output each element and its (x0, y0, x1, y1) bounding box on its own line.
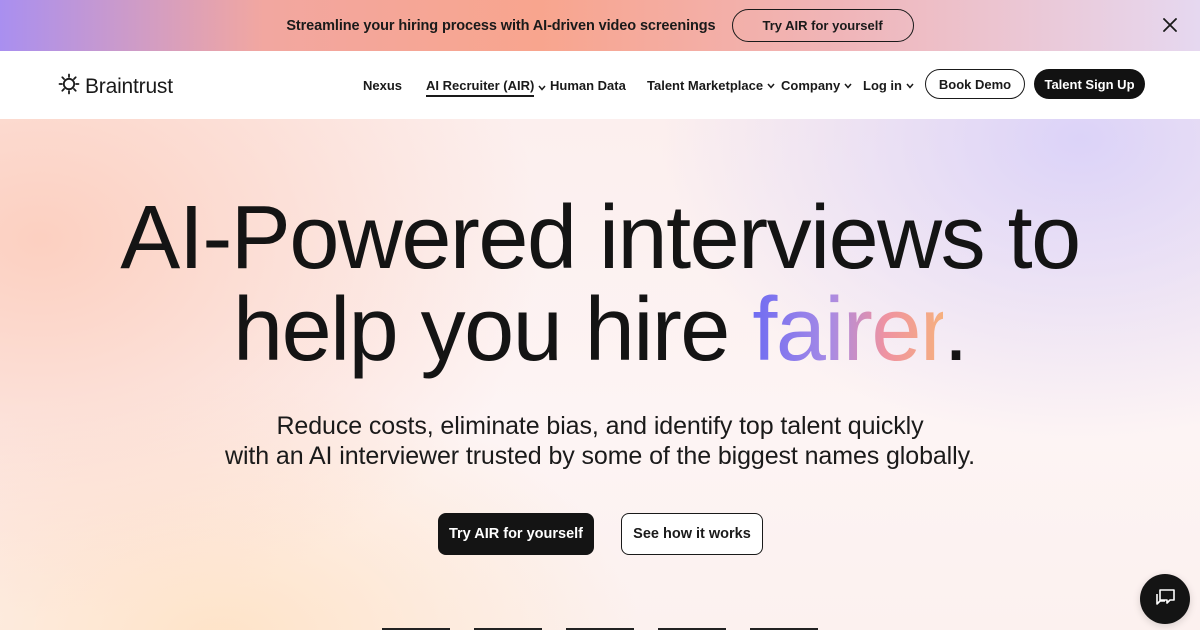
book-demo-button[interactable]: Book Demo (925, 69, 1025, 99)
nav-item-talent-marketplace[interactable]: Talent Marketplace (647, 78, 775, 93)
sun-gear-icon (58, 73, 80, 100)
talent-signup-button[interactable]: Talent Sign Up (1034, 69, 1145, 99)
announcement-banner: Streamline your hiring process with AI-d… (0, 0, 1200, 51)
try-air-button[interactable]: Try AIR for yourself (438, 513, 594, 555)
headline-suffix: . (943, 280, 968, 380)
chevron-down-icon (767, 83, 775, 89)
nav-item-human-data[interactable]: Human Data (550, 78, 626, 93)
hero-headline-line2: help you hire fairer. (0, 285, 1200, 375)
nav-item-company[interactable]: Company (781, 78, 852, 93)
chat-bubbles-icon (1153, 586, 1177, 613)
banner-try-air-button[interactable]: Try AIR for yourself (731, 9, 914, 42)
see-how-it-works-button[interactable]: See how it works (621, 513, 763, 555)
hero-headline-line1: AI-Powered interviews to (120, 188, 1081, 288)
hero-section: AI-Powered interviews to help you hire f… (0, 119, 1200, 630)
close-icon[interactable] (1160, 15, 1180, 35)
nav-item-label: Nexus (363, 78, 403, 93)
banner-text: Streamline your hiring process with AI-d… (286, 17, 716, 34)
headline-prefix: help you hire (233, 280, 753, 380)
chevron-down-icon (906, 83, 914, 89)
brand-logo[interactable]: Braintrust (58, 73, 173, 100)
nav-item-label: Company (781, 78, 841, 93)
nav-item-label: Talent Marketplace (647, 78, 764, 93)
nav-item-label: Log in (863, 78, 902, 93)
top-navbar: Braintrust Nexus AI Recruiter (AIR) Huma… (0, 51, 1200, 119)
nav-item-ai-recruiter[interactable]: AI Recruiter (AIR) (426, 78, 546, 97)
chevron-down-icon (844, 83, 852, 89)
chat-widget-button[interactable] (1140, 574, 1190, 624)
nav-item-label: Human Data (550, 78, 626, 93)
chevron-down-icon (538, 85, 546, 91)
headline-accent-word: fairer (752, 280, 945, 380)
hero-subtitle-line1: Reduce costs, eliminate bias, and identi… (276, 412, 924, 440)
nav-item-nexus[interactable]: Nexus (363, 78, 402, 93)
hero-subtitle-line2: with an AI interviewer trusted by some o… (225, 442, 975, 470)
nav-item-log-in[interactable]: Log in (863, 78, 914, 93)
nav-item-label: AI Recruiter (AIR) (426, 78, 535, 97)
logo-text: Braintrust (85, 74, 173, 98)
